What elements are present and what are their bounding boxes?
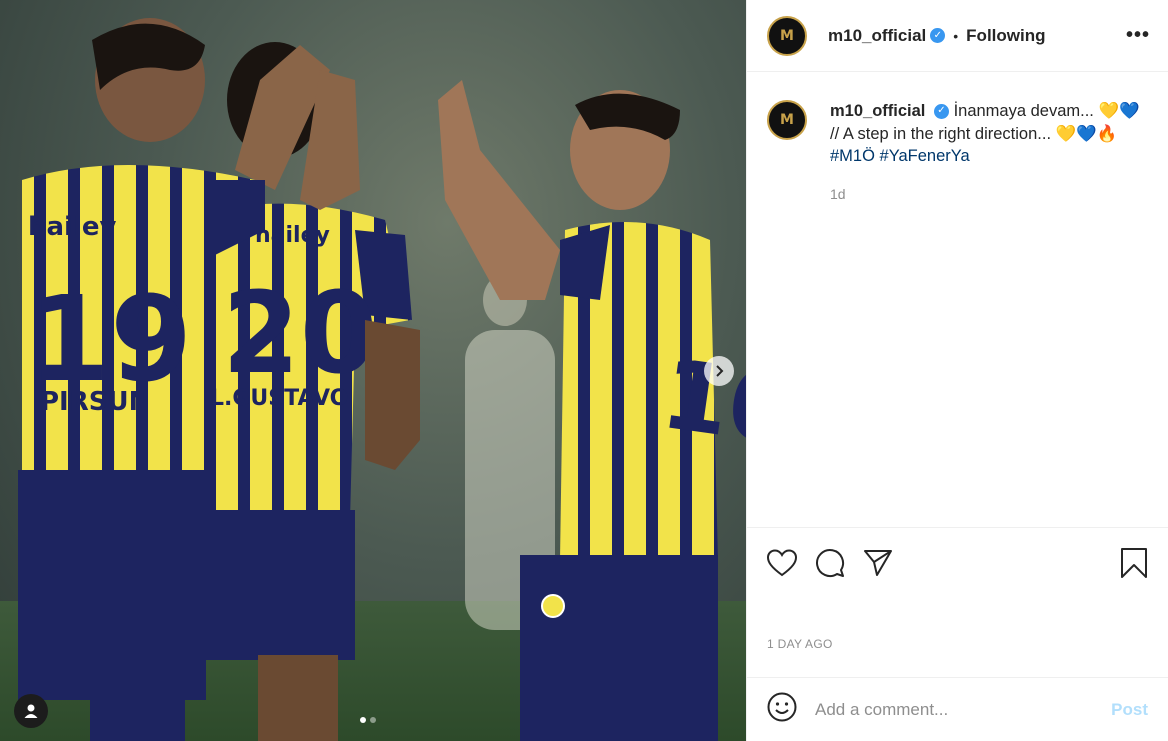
bookmark-icon (1121, 547, 1147, 578)
profile-avatar[interactable]: M (767, 15, 807, 56)
sponsor-logo-middle: hailey (255, 223, 330, 248)
heart-icon (767, 548, 797, 576)
following-button[interactable]: Following (966, 26, 1045, 46)
verified-badge-icon: ✓ (933, 104, 949, 120)
caption-line2: // A step in the right direction... 💛💙🔥 (830, 124, 1118, 143)
verified-badge-icon: ✓ (930, 28, 946, 43)
hashtag-link[interactable]: #M1Ö (830, 147, 875, 165)
caption-line1: İnanmaya devam... 💛💙 (953, 102, 1140, 120)
post-comment-button[interactable]: Post (1111, 700, 1148, 720)
carousel-indicator (360, 717, 376, 723)
emoji-button[interactable] (767, 692, 797, 727)
comment-button[interactable] (815, 548, 845, 578)
action-bar (747, 527, 1168, 597)
caption-username[interactable]: m10_official (830, 102, 925, 120)
avatar-monogram: M (780, 27, 794, 44)
save-button[interactable] (1120, 547, 1148, 579)
caption-avatar[interactable]: M (767, 100, 807, 140)
post-viewer: 20 L.GUSTAVO hailey 19 PIRSUN hailey 10 … (0, 0, 1168, 741)
chevron-right-icon (716, 365, 724, 377)
avatar-monogram: M (780, 112, 794, 128)
jersey-name-gustavo: L.GUSTAVO (210, 386, 348, 411)
jersey-number-10: 10 (655, 338, 746, 468)
caption-timestamp: 1d (830, 185, 846, 202)
football-players-photo: 20 L.GUSTAVO hailey 19 PIRSUN hailey 10 (18, 18, 746, 741)
more-options-icon[interactable]: ••• (1126, 24, 1150, 47)
header-username[interactable]: m10_official (828, 26, 926, 46)
post-date: 1 DAY AGO (767, 637, 833, 651)
caption-text: m10_official ✓ İnanmaya devam... 💛💙 // A… (830, 100, 1148, 527)
carousel-dot-active (360, 717, 366, 723)
comment-icon (816, 548, 844, 577)
carousel-dot (370, 717, 376, 723)
jersey-number-20: 20 (222, 269, 378, 399)
next-photo-button[interactable] (704, 356, 734, 386)
hashtag-link[interactable]: #YaFenerYa (880, 147, 970, 165)
post-media[interactable]: 20 L.GUSTAVO hailey 19 PIRSUN hailey 10 (0, 0, 746, 741)
sponsor-logo-left: hailey (28, 212, 117, 242)
user-icon (24, 704, 38, 718)
like-button[interactable] (767, 548, 797, 577)
header-separator: • (953, 27, 959, 44)
paper-plane-icon (864, 549, 892, 576)
tagged-users-button[interactable] (14, 694, 48, 728)
smiley-icon (767, 692, 797, 722)
caption-section: M m10_official ✓ İnanmaya devam... 💛💙 //… (747, 72, 1168, 527)
share-button[interactable] (863, 549, 893, 577)
comment-bar: Post (747, 677, 1168, 741)
comment-input[interactable] (815, 699, 1112, 720)
jersey-name-pirsun: PIRSUN (40, 387, 150, 417)
post-header: M m10_official ✓ • Following ••• (747, 0, 1168, 72)
post-side-panel: M m10_official ✓ • Following ••• M m10_o… (746, 0, 1168, 741)
